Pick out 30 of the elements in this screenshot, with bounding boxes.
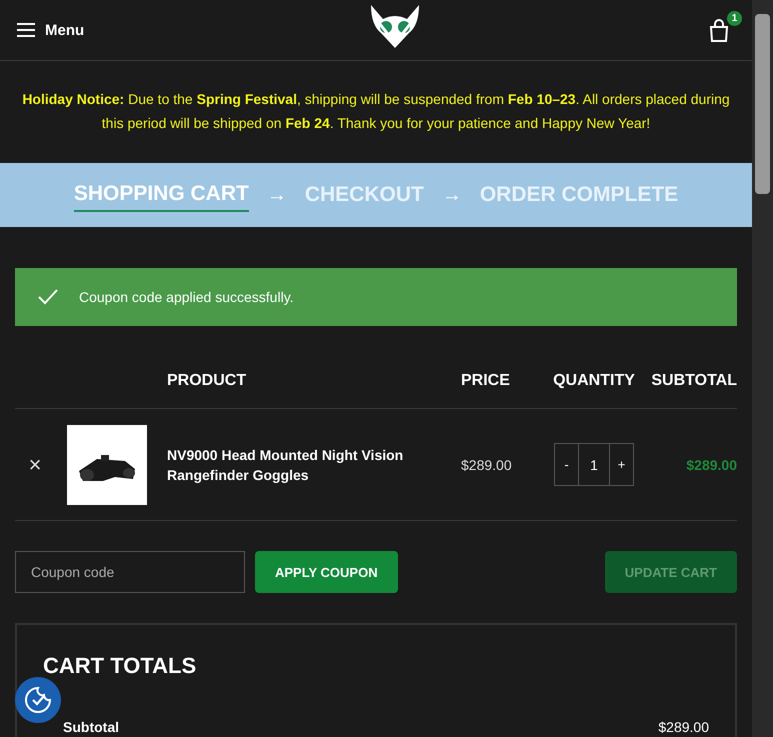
cookie-check-icon [23,685,53,715]
checkmark-icon [37,288,59,306]
increment-button[interactable]: + [610,444,633,485]
column-header: SUBTOTAL [651,372,737,390]
scrollbar[interactable] [752,0,773,737]
cookie-consent-button[interactable] [15,677,61,723]
product-name[interactable]: NV9000 Head Mounted Night Vision Rangefinder Goggles [167,444,461,484]
totals-label: Subtotal [62,719,119,735]
column-header: PRODUCT [167,372,248,390]
column-header: QUANTITY [553,372,635,390]
decrement-button[interactable]: - [555,444,578,485]
menu-button[interactable]: Menu [16,22,84,38]
remove-button[interactable]: × [28,452,42,478]
arrow-separator: → [442,184,462,206]
cart-totals-title: CART TOTALS [43,653,198,679]
cart-button[interactable]: 1 [706,10,742,50]
price-cell-text: $289.00 [461,456,513,472]
quantity-field[interactable]: 1 [578,444,610,485]
holiday-notice: Holiday Notice: Due to the Spring Festival, shipping will be suspended from Feb 10–23. All orders placed during this period will be shipped on Feb 24. Thank you for your patience and Happy New Year! [21,90,731,133]
apply-coupon-button[interactable]: APPLY COUPON [255,551,398,593]
coupon-field[interactable]: Coupon code [15,551,245,593]
alert-message: Coupon code applied successfully. [79,289,294,305]
cart-count-badge: 1 [726,10,742,26]
subtotal-cell: $289.00 [686,456,737,472]
menu-icon [16,22,36,38]
totals-value: $289.00 [658,719,709,735]
shopping-bag-icon [708,18,730,42]
owl-logo[interactable] [369,3,422,49]
column-header: PRICE [461,372,511,390]
arrow-separator: → [266,184,287,206]
